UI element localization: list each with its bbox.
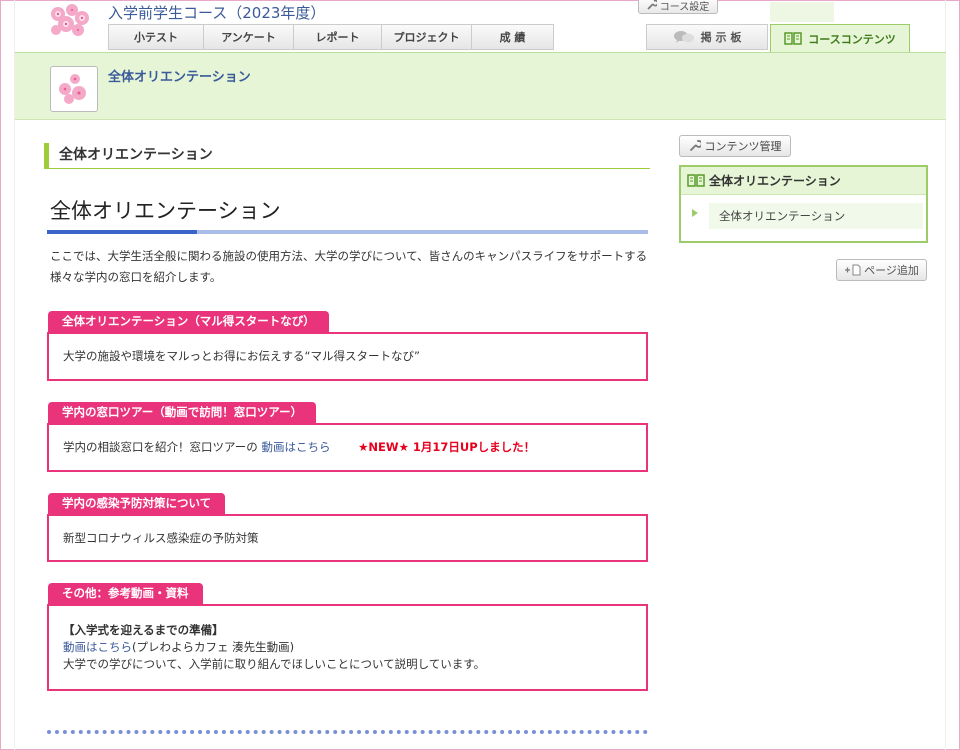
box-infection: 新型コロナウィルス感染症の予防対策 (47, 514, 648, 562)
tab-course-contents[interactable]: コースコンテンツ (770, 24, 910, 52)
tab-course-contents-label: コースコンテンツ (808, 32, 896, 46)
page-header-band (15, 52, 946, 120)
box-heading: 【入学式を迎えるまでの準備】 (63, 623, 224, 637)
tab-bulletin-board[interactable]: 掲 示 板 (646, 24, 768, 50)
box-link-line: 動画はこちら(プレわよらカフェ 湊先生動画) (63, 639, 632, 656)
section-heading: 全体オリエンテーション (44, 143, 650, 169)
tab-project[interactable]: プロジェクト (382, 24, 472, 50)
box-other: 【入学式を迎えるまでの準備】 動画はこちら(プレわよらカフェ 湊先生動画) 大学… (47, 604, 648, 691)
title-underline (47, 230, 648, 234)
add-page-button[interactable]: ページ追加 (836, 259, 927, 281)
tab-bulletin-board-label: 掲 示 板 (700, 31, 742, 44)
course-settings-button[interactable]: コース設定 (638, 0, 718, 14)
tab-survey[interactable]: アンケート (204, 24, 294, 50)
add-page-icon (845, 264, 861, 276)
course-title[interactable]: 入学前学生コース（2023年度） (108, 2, 325, 23)
content-management-button[interactable]: コンテンツ管理 (679, 135, 791, 157)
box-text: 新型コロナウィルス感染症の予防対策 (63, 531, 259, 545)
box-label-other: その他：参考動画・資料 (48, 583, 203, 604)
sidebar-box-title: 全体オリエンテーション (709, 174, 841, 188)
wrench-icon (689, 140, 701, 152)
wrench-icon (647, 0, 657, 10)
content-management-label: コンテンツ管理 (704, 140, 782, 153)
new-notice: ★NEW★ 1月17日UPしました！ (358, 440, 536, 454)
video-link[interactable]: 動画はこちら (63, 640, 132, 654)
sakura-icon (59, 74, 86, 104)
tab-quiz[interactable]: 小テスト (108, 24, 204, 50)
box-text: 大学の施設や環境をマルっとお得にお伝えする“マル得スタートなび” (63, 349, 420, 363)
dotted-divider (47, 730, 648, 734)
tab-grades[interactable]: 成 績 (472, 24, 554, 50)
box-orientation: 大学の施設や環境をマルっとお得にお伝えする“マル得スタートなび” (47, 332, 648, 381)
link-suffix: (プレわよらカフェ 湊先生動画) (132, 640, 295, 654)
add-page-label: ページ追加 (864, 264, 919, 277)
sidebar-contents-box: 全体オリエンテーション 全体オリエンテーション (679, 165, 928, 243)
box-text: 学内の相談窓口を紹介！窓口ツアーの (63, 440, 258, 454)
box-window-tour: 学内の相談窓口を紹介！窓口ツアーの 動画はこちら ★NEW★ 1月17日UPしま… (47, 423, 648, 472)
sidebar-item-orientation[interactable]: 全体オリエンテーション (709, 203, 923, 229)
open-book-icon (784, 32, 803, 45)
speech-bubble-icon (673, 31, 694, 43)
course-settings-label: コース設定 (659, 1, 710, 13)
content-thumbnail (50, 66, 98, 112)
sakura-logo-icon (51, 4, 89, 36)
box-label-window-tour: 学内の窓口ツアー（動画で訪問！窓口ツアー） (48, 402, 317, 423)
sidebar-box-header: 全体オリエンテーション (681, 167, 926, 195)
tab-report[interactable]: レポート (294, 24, 382, 50)
content-title: 全体オリエンテーション (108, 70, 251, 85)
box-label-orientation: 全体オリエンテーション（マル得スタートなび） (48, 311, 329, 332)
main-nav: 小テスト アンケート レポート プロジェクト 成 績 (108, 24, 554, 50)
box-label-infection: 学内の感染予防対策について (48, 493, 226, 514)
video-link[interactable]: 動画はこちら (261, 440, 330, 454)
page-title: 全体オリエンテーション (50, 199, 281, 223)
intro-text: ここでは、大学生活全般に関わる施設の使用方法、大学の学びについて、皆さんのキャン… (50, 249, 648, 284)
open-book-icon (687, 174, 705, 187)
header-highlight (770, 2, 834, 22)
triangle-right-icon (692, 209, 698, 217)
box-text: 大学での学びについて、入学前に取り組んでほしいことについて説明しています。 (63, 657, 486, 671)
